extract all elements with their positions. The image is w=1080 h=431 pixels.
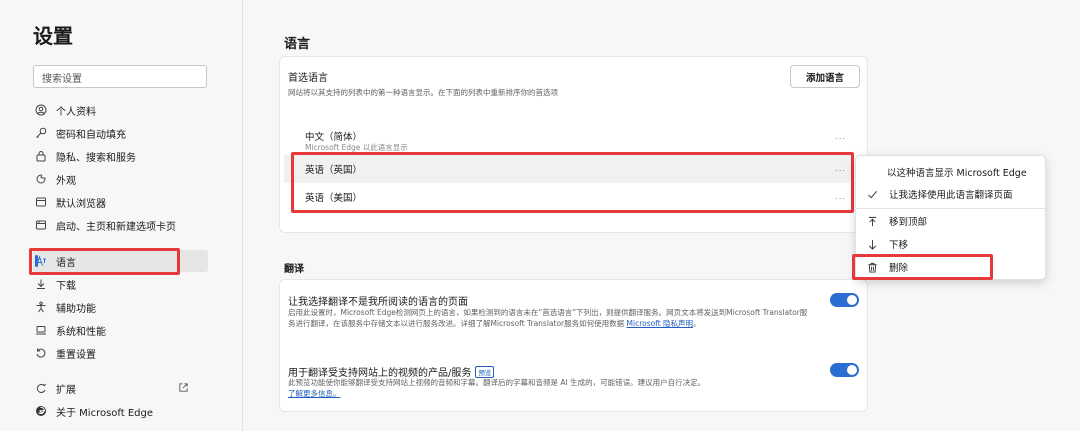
video-translate-text: 此预览功能使你能够翻译受支持网站上视频的音频和字幕。翻译后的字幕和音频是 AI …	[288, 378, 706, 387]
menu-item-move-to-top[interactable]: 移到顶部	[856, 210, 1047, 232]
edge-icon	[35, 405, 47, 417]
menu-item-label: 删除	[889, 263, 909, 274]
menu-item-label: 让我选择使用此语言翻译页面	[889, 190, 1013, 201]
menu-item-label: 以这种语言显示 Microsoft Edge	[887, 168, 1027, 179]
preferred-languages-description: 网站将以其支持的列表中的第一种语言显示。在下面的列表中重新排序你的首选项	[288, 88, 558, 97]
sidebar-item-label: 语言	[56, 257, 76, 269]
menu-item-display-edge[interactable]: 以这种语言显示 Microsoft Edge	[856, 161, 1047, 183]
language-context-menu: 以这种语言显示 Microsoft Edge 让我选择使用此语言翻译页面 移到顶…	[855, 155, 1047, 280]
menu-item-move-down[interactable]: 下移	[856, 233, 1047, 255]
menu-item-label: 移到顶部	[889, 217, 928, 228]
trash-icon	[866, 261, 878, 273]
settings-sidebar: 设置 搜索设置 个人资料 密码和自动填充 隐私、搜索和服务 外观 默认浏览器 启…	[0, 0, 243, 431]
language-row-chinese[interactable]: 中文（简体） Microsoft Edge 以此语言显示 ...	[284, 126, 854, 154]
download-icon	[35, 278, 47, 290]
menu-separator	[856, 208, 1047, 209]
sidebar-item-label: 外观	[56, 175, 76, 187]
add-language-button[interactable]: 添加语言	[790, 65, 860, 88]
toggle-knob	[847, 365, 857, 375]
language-row-english-uk[interactable]: 英语（英国） ...	[284, 155, 854, 183]
search-input[interactable]: 搜索设置	[33, 65, 207, 88]
language-name: 英语（美国）	[305, 193, 363, 204]
sidebar-item-languages[interactable]: 语言	[33, 250, 208, 272]
sidebar-item-extensions[interactable]: 扩展	[33, 377, 208, 399]
menu-item-offer-translate[interactable]: 让我选择使用此语言翻译页面	[856, 183, 1047, 205]
accessibility-icon	[35, 301, 47, 313]
sentence-end: 。	[693, 318, 701, 328]
sidebar-item-label: 下载	[56, 280, 76, 292]
language-row-english-us[interactable]: 英语（美国） ...	[284, 183, 854, 211]
sidebar-item-label: 隐私、搜索和服务	[56, 152, 136, 164]
sidebar-item-profile[interactable]: 个人资料	[33, 99, 208, 121]
appearance-icon	[35, 173, 47, 185]
video-translate-heading: 用于翻译受支持网站上的视频的产品/服务 预览	[288, 364, 495, 379]
sidebar-item-label: 默认浏览器	[56, 198, 106, 210]
reset-icon	[35, 347, 47, 359]
active-indicator	[35, 255, 38, 267]
home-icon	[35, 219, 47, 231]
checkmark-icon	[866, 188, 878, 200]
laptop-icon	[35, 324, 47, 336]
sidebar-item-reset[interactable]: 重置设置	[33, 342, 208, 364]
browser-icon	[35, 196, 47, 208]
sidebar-item-passwords[interactable]: 密码和自动填充	[33, 122, 208, 144]
language-name: 中文（简体）	[305, 132, 363, 143]
menu-item-label: 下移	[889, 240, 909, 251]
extensions-icon	[35, 382, 47, 394]
offer-translate-text: 启用此设置时，Microsoft Edge检测网页上的语言，如果检测到的语言未在…	[288, 308, 808, 328]
section-title-translate: 翻译	[284, 264, 304, 275]
lock-icon	[35, 150, 47, 162]
key-icon	[35, 127, 47, 139]
offer-translate-heading: 让我选择翻译不是我所阅读的语言的页面	[288, 297, 468, 308]
learn-more-link[interactable]: 了解更多信息。	[288, 389, 341, 398]
sidebar-item-privacy[interactable]: 隐私、搜索和服务	[33, 145, 208, 167]
sidebar-item-label: 个人资料	[56, 106, 96, 118]
toggle-knob	[847, 295, 857, 305]
more-options-button[interactable]: ...	[835, 164, 846, 173]
sidebar-item-label: 密码和自动填充	[56, 129, 126, 141]
arrow-down-icon	[866, 238, 878, 250]
video-translate-toggle[interactable]	[830, 363, 859, 377]
preferred-languages-heading: 首选语言	[288, 73, 328, 84]
sidebar-item-label: 辅助功能	[56, 303, 96, 315]
sidebar-item-startup[interactable]: 启动、主页和新建选项卡页	[33, 214, 208, 236]
sidebar-item-about[interactable]: 关于 Microsoft Edge	[33, 400, 208, 422]
sidebar-item-default-browser[interactable]: 默认浏览器	[33, 191, 208, 213]
video-translate-description: 此预览功能使你能够翻译受支持网站上视频的音频和字幕。翻译后的字幕和音频是 AI …	[288, 378, 813, 399]
sidebar-item-label: 启动、主页和新建选项卡页	[56, 221, 176, 233]
sidebar-item-downloads[interactable]: 下载	[33, 273, 208, 295]
sidebar-item-appearance[interactable]: 外观	[33, 168, 208, 190]
offer-translate-description: 启用此设置时，Microsoft Edge检测网页上的语言，如果检测到的语言未在…	[288, 308, 813, 329]
preview-badge: 预览	[475, 366, 495, 378]
menu-item-remove[interactable]: 删除	[856, 256, 1047, 278]
sidebar-item-system[interactable]: 系统和性能	[33, 319, 208, 341]
page-title: 设置	[33, 24, 73, 48]
more-options-button[interactable]: ...	[835, 192, 846, 201]
more-options-button[interactable]: ...	[835, 132, 846, 141]
sidebar-item-accessibility[interactable]: 辅助功能	[33, 296, 208, 318]
sidebar-item-label: 扩展	[56, 384, 76, 396]
offer-translate-toggle[interactable]	[830, 293, 859, 307]
privacy-statement-link[interactable]: Microsoft 隐私声明	[627, 319, 694, 328]
language-subtext: Microsoft Edge 以此语言显示	[305, 143, 408, 152]
sidebar-item-label: 重置设置	[56, 349, 96, 361]
sidebar-item-label: 关于 Microsoft Edge	[56, 407, 154, 419]
profile-icon	[35, 104, 47, 116]
section-title-languages: 语言	[284, 37, 311, 52]
move-to-top-icon	[866, 215, 878, 227]
external-link-icon	[178, 382, 189, 393]
sidebar-item-label: 系统和性能	[56, 326, 106, 338]
language-name: 英语（英国）	[305, 165, 363, 176]
